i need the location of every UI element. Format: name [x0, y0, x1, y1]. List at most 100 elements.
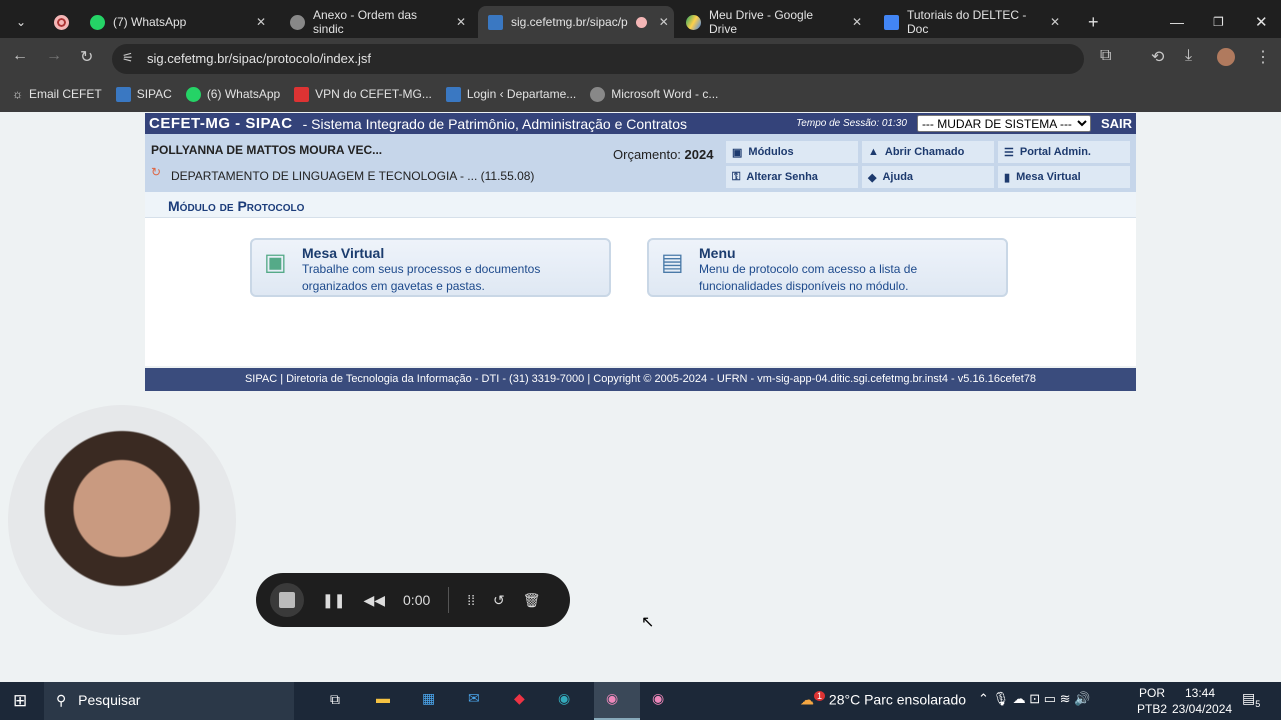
modulos-button[interactable]: ▣ Módulos — [726, 141, 858, 163]
monitor-icon: ▣ — [264, 249, 287, 276]
monitor-icon: ▮ — [1004, 171, 1011, 184]
windows-start-icon[interactable]: ⊞ — [13, 691, 27, 711]
user-name: POLLYANNA DE MATTOS MOURA VEC... — [151, 143, 383, 157]
close-icon[interactable]: ✕ — [456, 15, 466, 29]
mesa-virtual-card[interactable]: ▣ Mesa Virtual Trabalhe com seus processo… — [250, 238, 611, 297]
system-subtitle: - Sistema Integrado de Patrimônio, Admin… — [302, 115, 687, 132]
close-icon[interactable]: ✕ — [852, 15, 862, 29]
refresh-unit-icon[interactable]: ↻ — [151, 165, 161, 179]
file-explorer-icon[interactable]: ▬ — [376, 690, 390, 706]
bookmark-email-cefet[interactable]: ☼ Email CEFET — [12, 87, 102, 101]
extensions-icon[interactable]: ⧉ — [1100, 47, 1111, 65]
site-info-icon[interactable]: ⚟ — [122, 50, 134, 66]
reload-icon[interactable]: ↻ — [80, 47, 93, 67]
restart-icon[interactable]: ↺ — [493, 592, 505, 609]
recording-controls: ❚❚ ◀◀ 0:00 ⁞⁞ ↺ 🗑 — [256, 573, 570, 627]
tab-drive[interactable]: Meu Drive - Google Drive ✕ — [676, 6, 872, 38]
bookmark-vpn[interactable]: VPN do CEFET-MG... — [294, 86, 432, 102]
sipac-icon — [488, 14, 503, 30]
sipac-icon — [445, 86, 461, 102]
webcam-overlay — [8, 405, 236, 635]
sun-icon: ☼ — [12, 87, 23, 101]
store-icon[interactable]: ▦ — [422, 690, 435, 707]
tray-icons[interactable]: ⌃ 🎙 ☁ ⊡ ▭ ≋ 🔊 — [978, 691, 1090, 707]
clock[interactable]: 13:44 23/04/2024 — [1172, 685, 1232, 717]
notification-icon: ▤ — [1242, 690, 1256, 706]
drive-icon — [686, 14, 701, 30]
plus-icon: + — [1088, 11, 1099, 32]
back-icon[interactable]: ← — [12, 47, 28, 65]
new-tab-button[interactable]: + — [1078, 6, 1109, 38]
language-indicator[interactable]: POR PTB2 — [1137, 685, 1167, 717]
address-bar[interactable]: ⚟ sig.cefetmg.br/sipac/protocolo/index.js… — [112, 44, 1084, 74]
docs-icon — [884, 14, 899, 30]
search-icon: ⚲ — [56, 692, 67, 708]
tab-anexo[interactable]: Anexo - Ordem das sindic ✕ — [280, 6, 476, 38]
sipac-page: CEFET-MG - SIPAC - Sistema Integrado de … — [145, 113, 1136, 391]
bookmark-whatsapp[interactable]: (6) WhatsApp — [185, 86, 280, 102]
chrome-icon[interactable]: ◉ — [606, 690, 618, 707]
weather-widget[interactable]: ☁ 1 28°C Parc ensolarado — [800, 691, 966, 709]
mail-icon[interactable]: ✉ — [468, 690, 480, 707]
department-name: DEPARTAMENTO DE LINGUAGEM E TECNOLOGIA -… — [171, 169, 535, 183]
system-select[interactable]: --- MUDAR DE SISTEMA --- — [916, 115, 1091, 132]
bookmark-word[interactable]: Microsoft Word - c... — [590, 86, 718, 102]
tab-sipac[interactable]: sig.cefetmg.br/sipac/p ✕ — [478, 6, 674, 38]
close-icon[interactable]: ✕ — [256, 15, 266, 29]
close-icon[interactable]: ✕ — [1050, 15, 1060, 29]
logout-link[interactable]: SAIR — [1101, 116, 1132, 131]
tab-recording[interactable] — [44, 6, 74, 38]
budget-label: Orçamento: 2024 — [613, 147, 714, 162]
list-icon: ▤ — [661, 249, 684, 276]
restore-button[interactable]: ❐ — [1203, 6, 1234, 38]
module-title: Módulo de Protocolo — [145, 192, 1136, 218]
taskbar-search[interactable]: ⚲ Pesquisar — [44, 682, 294, 720]
bookmarks-bar: ☼ Email CEFET SIPAC (6) WhatsApp VPN do C… — [0, 76, 1281, 112]
bookmark-login[interactable]: Login ‹ Departame... — [445, 86, 576, 102]
taskbar: ⊞ ⚲ Pesquisar ⧉ ▬ ▦ ✉ ◆ ◉ ◉ ◉ ☁ 1 28°C Pa… — [0, 682, 1281, 720]
record-icon — [54, 14, 69, 30]
user-info-panel: POLLYANNA DE MATTOS MOURA VEC... ↻ DEPAR… — [145, 134, 1136, 192]
menu-icon[interactable]: ⋮ — [1255, 47, 1271, 67]
portal-admin-button[interactable]: ☰ Portal Admin. — [998, 141, 1130, 163]
trash-icon[interactable]: 🗑 — [523, 592, 541, 609]
mesa-virtual-button[interactable]: ▮ Mesa Virtual — [998, 166, 1130, 188]
whatsapp-icon — [185, 86, 201, 102]
bookmark-sipac[interactable]: SIPAC — [115, 86, 172, 102]
menu-card[interactable]: ▤ Menu Menu de protocolo com acesso a lis… — [647, 238, 1008, 297]
pause-icon[interactable]: ❚❚ — [322, 592, 345, 609]
chrome-icon[interactable]: ◉ — [652, 690, 664, 707]
globe-icon — [590, 86, 606, 102]
divider — [448, 587, 450, 613]
edge-icon[interactable]: ◉ — [558, 690, 570, 707]
sipac-header: CEFET-MG - SIPAC - Sistema Integrado de … — [145, 113, 1136, 134]
ajuda-button[interactable]: ◆ Ajuda — [862, 166, 994, 188]
tab-whatsapp[interactable]: (7) WhatsApp ✕ — [80, 6, 276, 38]
app-icon[interactable]: ◆ — [514, 690, 525, 707]
key-icon: ⚿ — [732, 170, 741, 183]
close-icon[interactable]: ✕ — [659, 15, 669, 29]
task-view-icon[interactable]: ⧉ — [330, 691, 340, 708]
brand-title: CEFET-MG - SIPAC — [149, 115, 293, 132]
stop-button[interactable] — [270, 583, 304, 617]
tab-list-button[interactable]: ⌄ — [6, 6, 36, 38]
tab-docs[interactable]: Tutoriais do DELTEC - Doc ✕ — [874, 6, 1070, 38]
abrir-chamado-button[interactable]: ▲ Abrir Chamado — [862, 141, 994, 163]
footer: SIPAC | Diretoria de Tecnologia da Infor… — [145, 368, 1136, 391]
modules-icon: ▣ — [732, 146, 743, 159]
rewind-icon[interactable]: ◀◀ — [363, 592, 385, 609]
sync-icon[interactable]: ⟲ — [1151, 47, 1164, 67]
warning-icon: ▲ — [868, 146, 879, 158]
notifications-button[interactable]: ▤5 — [1242, 690, 1260, 709]
profile-avatar[interactable] — [1217, 48, 1235, 66]
grid-icon[interactable]: ⁞⁞ — [467, 592, 475, 608]
forward-icon[interactable]: → — [46, 47, 62, 65]
minimize-button[interactable]: — — [1160, 6, 1194, 38]
weather-icon: ☁ — [800, 691, 814, 708]
close-window-button[interactable]: ✕ — [1245, 6, 1278, 38]
session-timer: Tempo de Sessão: 01:30 — [796, 118, 907, 129]
vpn-icon — [294, 86, 310, 102]
download-icon[interactable]: ⤓ — [1185, 47, 1192, 65]
alterar-senha-button[interactable]: ⚿ Alterar Senha — [726, 166, 858, 188]
help-icon: ◆ — [868, 171, 877, 184]
